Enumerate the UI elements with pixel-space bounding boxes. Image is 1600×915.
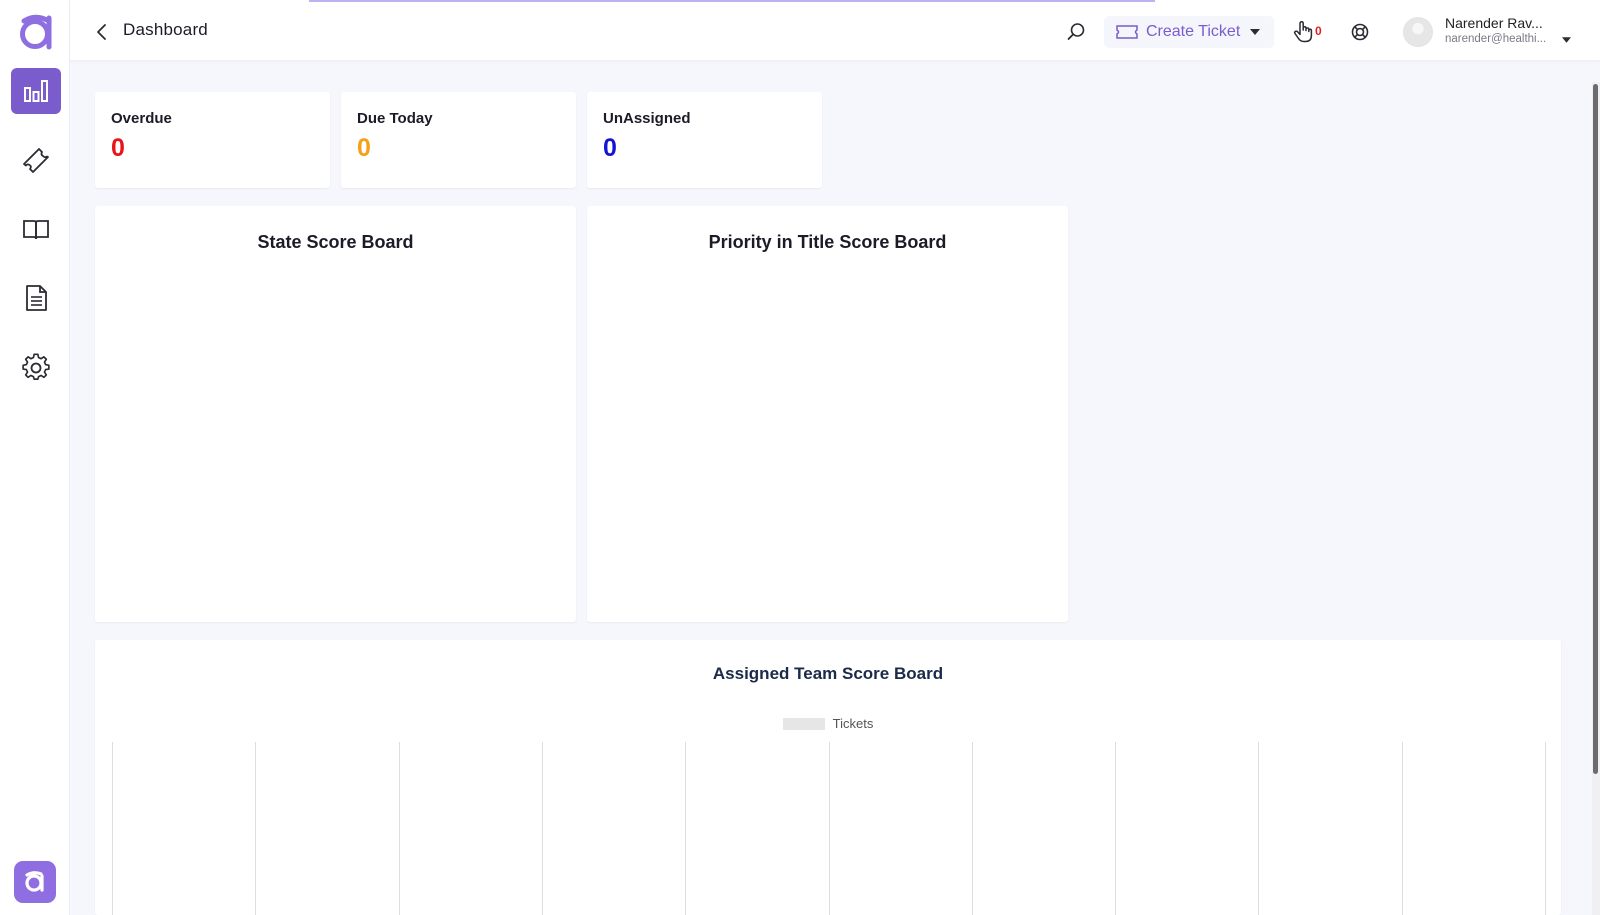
page-title: Dashboard <box>123 20 208 39</box>
stat-value: 0 <box>603 134 617 162</box>
app-logo-icon[interactable] <box>16 14 54 50</box>
user-menu-caret-icon[interactable] <box>1562 28 1571 47</box>
gear-icon <box>22 353 50 380</box>
bar-chart-icon <box>24 80 48 102</box>
hand-count-badge: 0 <box>1315 24 1322 38</box>
create-ticket-label: Create Ticket <box>1146 23 1241 40</box>
create-ticket-button[interactable]: Create Ticket <box>1104 16 1274 48</box>
stat-label: UnAssigned <box>603 110 691 127</box>
caret-down-icon <box>1250 29 1261 35</box>
chart-legend: Tickets <box>95 716 1561 731</box>
stat-value: 0 <box>111 134 125 162</box>
chart-grid-line <box>112 742 113 915</box>
loading-bar <box>309 0 1155 2</box>
stat-value: 0 <box>357 134 371 162</box>
sidebar-item-settings[interactable] <box>11 344 61 390</box>
chart-grid-line <box>1545 742 1546 915</box>
avatar[interactable] <box>1403 17 1433 47</box>
document-icon <box>26 285 47 311</box>
sidebar-item-tickets[interactable] <box>11 137 61 183</box>
state-score-board: State Score Board <box>95 206 576 622</box>
stat-card-unassigned[interactable]: UnAssigned 0 <box>587 92 822 188</box>
board-title: State Score Board <box>257 232 414 252</box>
scrollbar-thumb[interactable] <box>1593 84 1598 774</box>
chart-grid-line <box>399 742 400 915</box>
chart-grid-line <box>1115 742 1116 915</box>
sidebar <box>0 0 70 915</box>
top-header: Dashboard Create Ticket 0 Narender Rav..… <box>70 0 1600 61</box>
book-icon <box>23 220 49 240</box>
user-name: Narender Rav... <box>1445 15 1543 31</box>
board-title: Priority in Title Score Board <box>708 232 947 252</box>
chart-grid-line <box>255 742 256 915</box>
stat-card-overdue[interactable]: Overdue 0 <box>95 92 330 188</box>
chart-grid-line <box>972 742 973 915</box>
hand-pointer-icon[interactable] <box>1292 20 1314 44</box>
ticket-icon <box>23 148 49 173</box>
stat-label: Due Today <box>357 110 433 127</box>
legend-swatch <box>782 717 825 730</box>
chart-grid-line <box>829 742 830 915</box>
user-email: narender@healthi... <box>1445 33 1547 45</box>
lifebuoy-icon[interactable] <box>1350 22 1370 42</box>
ticket-outline-icon <box>1116 25 1138 39</box>
help-widget-logo-icon[interactable] <box>14 861 56 903</box>
chart-grid-line <box>1258 742 1259 915</box>
sidebar-item-dashboard[interactable] <box>11 68 61 114</box>
chart-grid-line <box>1402 742 1403 915</box>
legend-label: Tickets <box>832 716 874 731</box>
chart-grid-line <box>685 742 686 915</box>
assigned-team-score-board: Assigned Team Score Board Tickets <box>95 640 1561 915</box>
back-chevron-icon[interactable] <box>94 22 110 42</box>
priority-score-board: Priority in Title Score Board <box>587 206 1068 622</box>
sidebar-item-knowledge-base[interactable] <box>11 206 61 252</box>
search-icon[interactable] <box>1065 21 1087 43</box>
stat-label: Overdue <box>111 110 172 127</box>
chart-grid-line <box>542 742 543 915</box>
board-title: Assigned Team Score Board <box>712 664 944 683</box>
app-root: Dashboard Create Ticket 0 Narender Rav..… <box>0 0 1600 915</box>
sidebar-item-reports[interactable] <box>11 275 61 321</box>
stat-card-due-today[interactable]: Due Today 0 <box>341 92 576 188</box>
